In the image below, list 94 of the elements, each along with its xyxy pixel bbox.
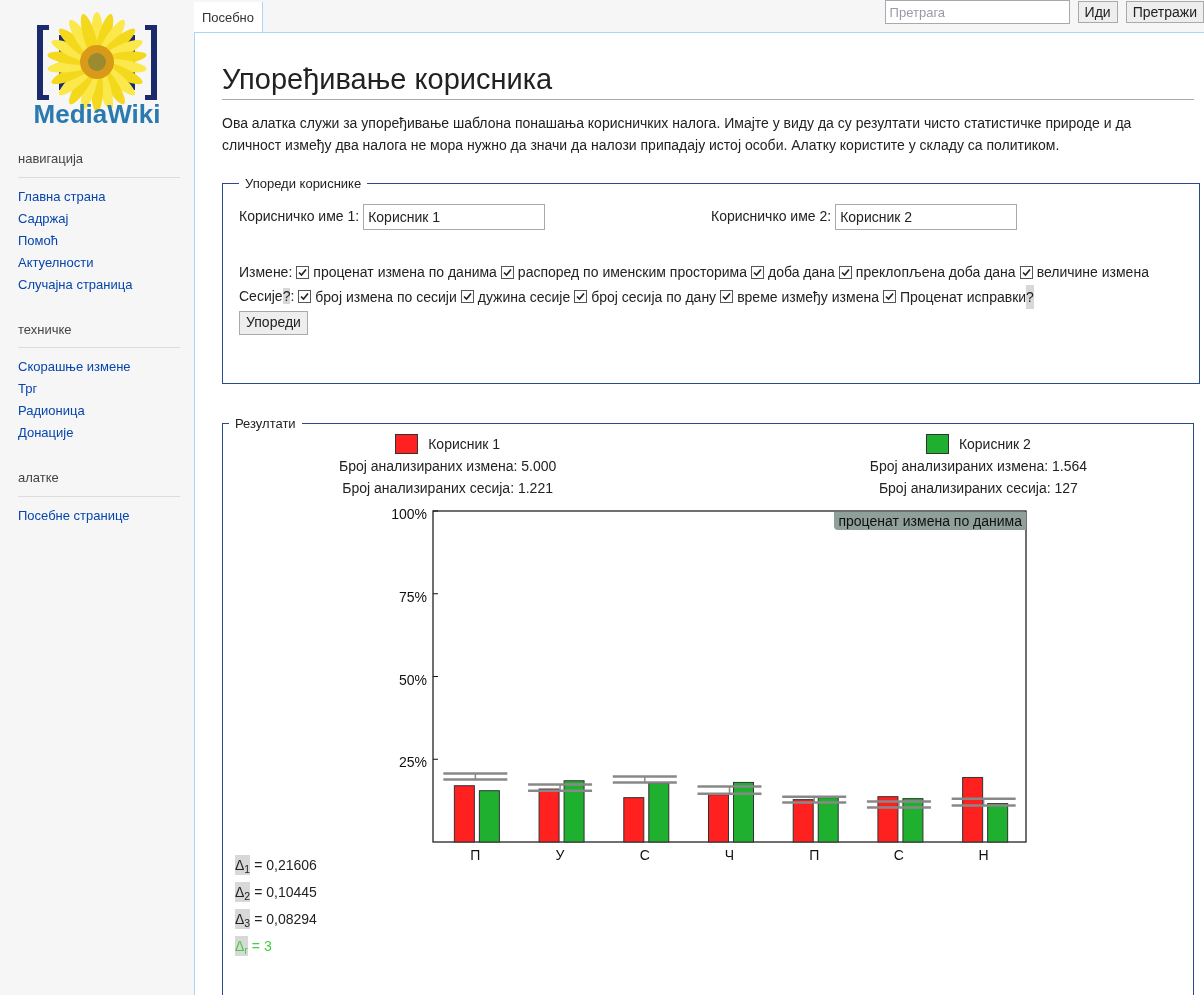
axis-label: С [639,847,650,863]
sessions-count: Број анализираних сесија: 127 [878,479,1078,498]
expected-range-marker [951,797,1016,807]
sidebar-heading: навигација [18,149,180,178]
bar [987,803,1009,843]
checkbox[interactable] [720,290,734,303]
sidebar-link[interactable]: Донације [18,422,180,444]
group-label-colon: : [290,288,295,304]
username-field[interactable]: Корисник 1 [363,203,546,230]
edits-count: Број анализираних измена: 1.564 [869,457,1087,476]
sessions-count: Број анализираних сесија: 1.221 [342,479,553,498]
sidebar-link[interactable]: Радионица [18,400,180,422]
expected-range-marker [612,775,677,784]
chart-title: проценат измена по данима [834,512,1026,530]
tab[interactable]: Посебно [194,2,263,32]
bar [623,797,645,843]
compare-button[interactable]: Упореди [239,310,308,335]
sidebar-link[interactable]: Случајна страница [18,273,180,296]
expected-range-marker [866,800,931,809]
delta-value: = 0,21606 [254,856,317,875]
intro-text: Ова алатка служи за упоређивање шаблона понашања корисничких налога. Имајте у виду да су резултати чисто статистичке природе и да сличност између два налога не мора нужно да значи да налози припадају истој особи. Алатку користите у складу са политиком. [222,114,1133,155]
checkbox-label: број сесија по дану [591,287,717,307]
fieldset-legend: Упореди кориснике [239,174,368,194]
sidebar-link[interactable]: Главна страна [18,185,180,208]
group-label: Сесије [239,288,283,304]
checkbox[interactable] [500,265,514,279]
page-title: Упоређивање корисника [222,61,1194,100]
expected-range-marker [443,772,508,781]
checkbox-label: проценат измена по данима [313,263,497,282]
axis-label: Ч [724,847,735,863]
checkbox-label: дужина сесије [477,287,571,307]
delta-value: = 0,10445 [254,883,317,902]
checkbox[interactable] [460,290,474,303]
checkbox-label: распоред по именским просторима [517,263,747,282]
checkbox[interactable] [882,290,896,303]
checkbox-label: време између измена [737,287,879,307]
axis-label: 25% [398,754,427,771]
bar [733,781,754,843]
axis-label: 75% [398,588,427,605]
delta-symbol[interactable]: Δ$_{1}$ [235,855,251,875]
search-button[interactable]: Иди [1077,1,1118,23]
sidebar-link[interactable]: Помоћ [18,229,180,252]
delta-value: = 3 [251,937,272,956]
field-label: Корисничко име 2: [711,207,832,226]
logo-text: MediaWiki [33,101,161,127]
bar [962,776,984,843]
checkbox[interactable] [751,265,764,279]
expected-range-marker [697,785,762,795]
checkbox[interactable] [1019,265,1033,279]
sidebar-link[interactable]: Актуелности [18,251,180,274]
bar [478,790,500,843]
axis-label: 50% [398,671,427,688]
checkbox[interactable] [296,265,310,279]
edits-count: Број анализираних измена: 5.000 [339,457,557,476]
bar [538,788,560,843]
help-mark[interactable]: ? [1026,284,1034,309]
sidebar-link[interactable]: Трг [18,378,180,400]
checkbox-label: Проценат исправки [899,287,1027,307]
sidebar-heading: алатке [18,468,180,497]
expected-range-marker [528,783,593,792]
search-field[interactable]: Претрага [884,0,1070,24]
delta-symbol[interactable]: Δ$_{2}$ [235,882,251,902]
axis-label: Н [978,847,989,863]
legend-label: Корисник 1 [428,435,501,454]
fieldset-legend: Резултати [229,413,302,433]
legend-label: Корисник 2 [958,435,1031,454]
group-label-colon: : [288,263,293,280]
checkbox-label: број измена по сесији [315,287,457,307]
checkbox[interactable] [574,290,588,303]
checkbox-label: доба дана [768,263,835,282]
sidebar-heading: техничке [18,319,180,348]
checkbox-label: преклопљена доба дана [855,263,1016,282]
checkbox[interactable] [838,265,852,279]
axis-label: П [809,847,820,863]
checkbox[interactable] [298,290,312,303]
axis-label: У [555,847,565,863]
bar [648,782,670,843]
sidebar-link[interactable]: Посебне странице [18,504,180,527]
bar [708,794,729,843]
search-button[interactable]: Претражи [1125,1,1204,23]
axis-label: 100% [391,506,427,522]
bar [453,785,475,843]
field-label: Корисничко име 1: [239,207,360,226]
bar [792,799,814,843]
delta-symbol[interactable]: Δ$_{3}$ [235,909,251,929]
expected-range-marker [782,795,847,804]
sidebar-link[interactable]: Скорашње измене [18,356,180,378]
bar [563,780,585,843]
checkbox-label: величине измена [1036,263,1149,282]
delta-value: = 0,08294 [254,910,317,929]
axis-label: С [893,847,904,863]
username-field[interactable]: Корисник 2 [835,203,1018,230]
axis-label: П [470,847,481,863]
sidebar-link[interactable]: Садржај [18,207,180,230]
